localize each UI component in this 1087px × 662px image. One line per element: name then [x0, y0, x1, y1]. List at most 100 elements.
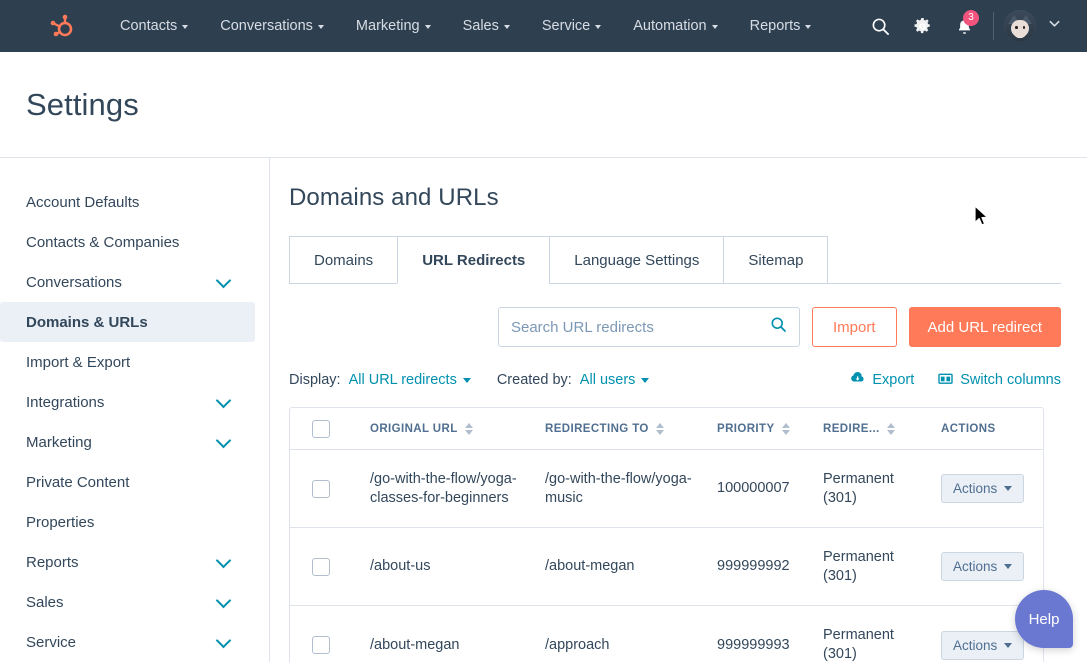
url-redirects-table: ORIGINAL URL REDIRECTING TO PRIORITY RED…	[289, 407, 1044, 662]
sidebar-item-service[interactable]: Service	[0, 622, 255, 662]
sidebar-item-conversations[interactable]: Conversations	[0, 262, 255, 302]
column-header-original-url[interactable]: ORIGINAL URL	[370, 423, 545, 435]
search-input[interactable]	[511, 319, 770, 336]
sidebar-item-sales[interactable]: Sales	[0, 582, 255, 622]
top-nav-items: Contacts Conversations Marketing Sales S…	[104, 0, 827, 52]
nav-item-sales[interactable]: Sales	[447, 0, 526, 52]
nav-item-marketing[interactable]: Marketing	[340, 0, 447, 52]
sidebar-item-private-content[interactable]: Private Content	[0, 462, 255, 502]
chevron-down-icon	[216, 552, 232, 568]
sidebar-item-label: Import & Export	[26, 354, 233, 371]
account-menu-chevron-down-icon[interactable]	[1048, 17, 1061, 35]
sort-icon[interactable]	[887, 423, 895, 435]
sidebar-item-label: Marketing	[26, 434, 218, 451]
cell-original-url: /about-us	[370, 557, 545, 576]
row-checkbox[interactable]	[312, 558, 330, 576]
cell-redirecting-to: /about-megan	[545, 557, 717, 576]
created-by-filter-dropdown[interactable]: All users	[580, 372, 650, 388]
hubspot-logo-icon[interactable]	[46, 11, 76, 41]
nav-item-contacts[interactable]: Contacts	[104, 0, 204, 52]
chevron-down-icon	[216, 392, 232, 408]
cell-redirecting-to: /approach	[545, 636, 717, 655]
chevron-down-icon	[1004, 564, 1012, 569]
nav-item-service[interactable]: Service	[526, 0, 617, 52]
sort-icon[interactable]	[465, 423, 473, 435]
cell-actions: Actions	[941, 474, 1051, 503]
nav-divider	[993, 12, 994, 40]
chevron-down-icon	[216, 632, 232, 648]
sidebar-item-label: Service	[26, 634, 218, 651]
table-row[interactable]: /about-megan /approach 999999993 Permane…	[290, 606, 1043, 662]
cell-redirect-type: Permanent (301)	[823, 548, 941, 585]
nav-item-label: Automation	[633, 18, 706, 34]
row-actions-button[interactable]: Actions	[941, 474, 1024, 503]
display-filter-dropdown[interactable]: All URL redirects	[349, 372, 471, 388]
chevron-down-icon	[504, 25, 510, 29]
gear-icon[interactable]	[901, 0, 943, 52]
chevron-down-icon	[1004, 643, 1012, 648]
tab-bar: Domains URL Redirects Language Settings …	[289, 235, 1061, 284]
tab-label: URL Redirects	[422, 252, 525, 269]
row-checkbox[interactable]	[312, 636, 330, 654]
settings-sidebar: Account Defaults Contacts & Companies Co…	[0, 158, 270, 662]
created-by-filter-label: Created by:	[497, 372, 572, 388]
row-checkbox[interactable]	[312, 480, 330, 498]
table-row[interactable]: /go-with-the-flow/yoga-classes-for-begin…	[290, 450, 1043, 528]
nav-item-label: Contacts	[120, 18, 177, 34]
cell-redirect-type: Permanent (301)	[823, 470, 941, 507]
sidebar-item-properties[interactable]: Properties	[0, 502, 255, 542]
sidebar-item-integrations[interactable]: Integrations	[0, 382, 255, 422]
sort-icon[interactable]	[782, 423, 790, 435]
search-icon[interactable]	[770, 316, 787, 338]
settings-title: Settings	[26, 87, 139, 123]
column-header-redirecting-to[interactable]: REDIRECTING TO	[545, 423, 717, 435]
tab-sitemap[interactable]: Sitemap	[723, 236, 828, 284]
cell-redirecting-to: /go-with-the-flow/yoga-music	[545, 470, 717, 507]
nav-item-automation[interactable]: Automation	[617, 0, 733, 52]
search-icon[interactable]	[859, 0, 901, 52]
row-actions-button[interactable]: Actions	[941, 631, 1024, 660]
tab-url-redirects[interactable]: URL Redirects	[397, 236, 550, 284]
column-header-priority[interactable]: PRIORITY	[717, 423, 823, 435]
column-header-actions: ACTIONS	[941, 423, 1051, 435]
select-all-checkbox[interactable]	[312, 420, 330, 438]
help-button[interactable]: Help	[1015, 590, 1073, 648]
chevron-down-icon	[805, 25, 811, 29]
sidebar-item-account-defaults[interactable]: Account Defaults	[0, 182, 255, 222]
chevron-down-icon	[318, 25, 324, 29]
sidebar-item-label: Sales	[26, 594, 218, 611]
table-header-row: ORIGINAL URL REDIRECTING TO PRIORITY RED…	[290, 408, 1043, 450]
nav-item-conversations[interactable]: Conversations	[204, 0, 340, 52]
sidebar-item-domains-urls[interactable]: Domains & URLs	[0, 302, 255, 342]
row-actions-button[interactable]: Actions	[941, 552, 1024, 581]
import-button[interactable]: Import	[812, 307, 897, 347]
switch-columns-button[interactable]: Switch columns	[938, 372, 1061, 389]
row-select-cell	[312, 480, 370, 498]
table-row[interactable]: /about-us /about-megan 999999992 Permane…	[290, 528, 1043, 606]
tab-language-settings[interactable]: Language Settings	[549, 236, 724, 284]
column-header-redirect-type[interactable]: REDIRE...	[823, 423, 941, 435]
tab-domains[interactable]: Domains	[289, 236, 398, 284]
export-button[interactable]: Export	[849, 371, 914, 389]
sidebar-item-contacts-companies[interactable]: Contacts & Companies	[0, 222, 255, 262]
chevron-down-icon	[216, 432, 232, 448]
nav-item-label: Service	[542, 18, 590, 34]
sort-icon[interactable]	[656, 423, 664, 435]
nav-item-reports[interactable]: Reports	[734, 0, 828, 52]
row-actions-label: Actions	[953, 638, 997, 653]
cell-priority: 999999993	[717, 636, 823, 655]
add-url-redirect-button[interactable]: Add URL redirect	[909, 307, 1062, 347]
tab-label: Sitemap	[748, 252, 803, 269]
sidebar-item-label: Reports	[26, 554, 218, 571]
chevron-down-icon	[1004, 486, 1012, 491]
sidebar-item-reports[interactable]: Reports	[0, 542, 255, 582]
chevron-down-icon	[641, 378, 649, 383]
notifications-bell-icon[interactable]: 3	[943, 0, 985, 52]
tab-label: Domains	[314, 252, 373, 269]
sidebar-item-import-export[interactable]: Import & Export	[0, 342, 255, 382]
avatar[interactable]	[1004, 10, 1036, 42]
export-label: Export	[872, 372, 914, 388]
search-url-redirects-box[interactable]	[498, 307, 800, 347]
sidebar-item-marketing[interactable]: Marketing	[0, 422, 255, 462]
column-label: ACTIONS	[941, 423, 996, 435]
